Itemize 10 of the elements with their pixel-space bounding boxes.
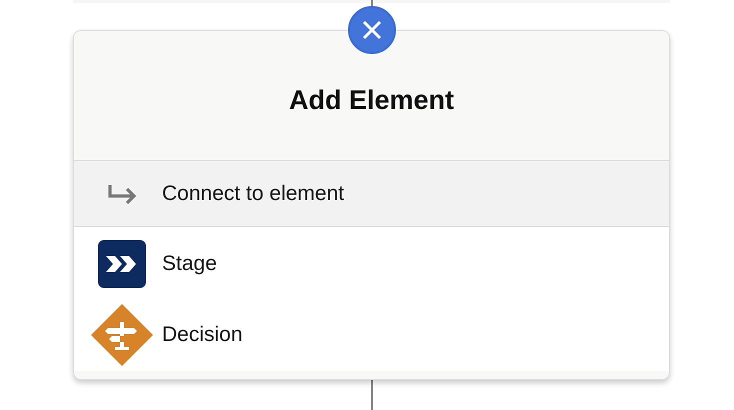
- close-button[interactable]: [348, 6, 396, 54]
- turn-right-arrow-icon: [107, 182, 139, 204]
- close-icon: [362, 20, 382, 40]
- element-option[interactable]: Stage: [74, 232, 669, 296]
- signpost-icon: [91, 304, 153, 366]
- connect-row[interactable]: Connect to element: [74, 161, 669, 227]
- dialog-title: Add Element: [288, 84, 454, 117]
- element-option[interactable]: Decision: [74, 303, 669, 367]
- chevrons-icon: [98, 240, 146, 288]
- connect-label: Connect to element: [162, 180, 344, 207]
